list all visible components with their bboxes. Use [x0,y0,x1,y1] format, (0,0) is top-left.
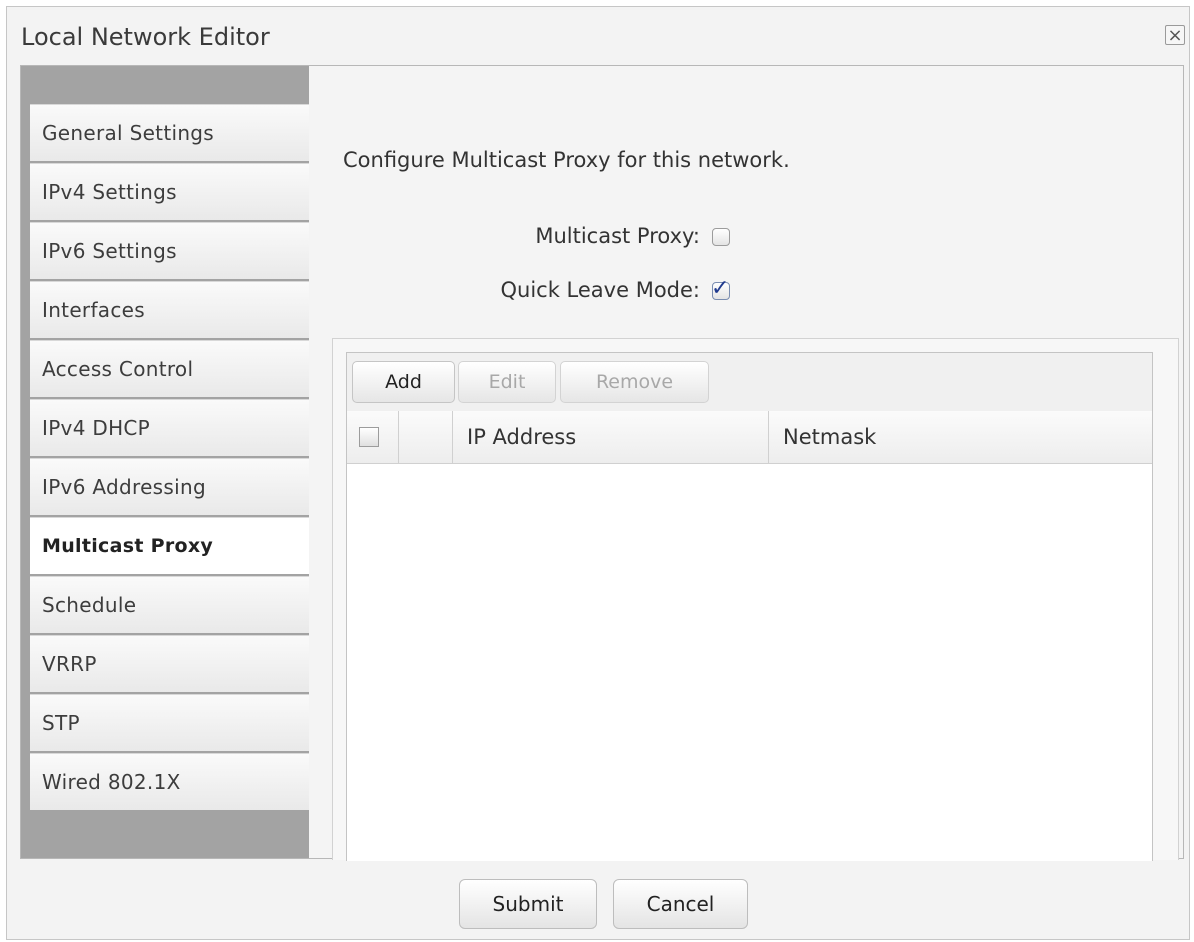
dialog-title: Local Network Editor [21,23,270,51]
main-content: Configure Multicast Proxy for this netwo… [309,66,1183,861]
multicast-proxy-row: Multicast Proxy: [309,224,730,254]
select-all-cell [347,411,399,463]
sidebar-item-schedule[interactable]: Schedule [30,576,309,633]
sidebar-item-vrrp[interactable]: VRRP [30,635,309,692]
sidebar: General Settings IPv4 Settings IPv6 Sett… [21,66,309,858]
spacer-column [399,411,453,463]
grid-toolbar: Add Edit Remove [347,353,1152,412]
column-netmask[interactable]: Netmask [769,411,1154,463]
checkmark-icon: ✓ [711,276,730,301]
dialog-footer: Submit Cancel [7,859,1189,941]
address-panel: Add Edit Remove IP Address Netmask [332,338,1179,861]
sidebar-item-ipv4-dhcp[interactable]: IPv4 DHCP [30,399,309,456]
submit-button[interactable]: Submit [459,879,597,929]
cancel-button[interactable]: Cancel [613,879,748,929]
sidebar-item-interfaces[interactable]: Interfaces [30,281,309,338]
close-icon[interactable]: × [1165,25,1185,45]
quick-leave-label: Quick Leave Mode: [500,278,701,302]
add-button[interactable]: Add [352,361,455,403]
dialog-titlebar: Local Network Editor × [7,7,1189,63]
grid-header: IP Address Netmask [347,411,1152,464]
sidebar-list: General Settings IPv4 Settings IPv6 Sett… [30,104,309,812]
sidebar-item-wired-8021x[interactable]: Wired 802.1X [30,753,309,810]
quick-leave-checkbox[interactable]: ✓ [711,276,730,301]
sidebar-item-multicast-proxy[interactable]: Multicast Proxy [30,517,309,574]
sidebar-item-access-control[interactable]: Access Control [30,340,309,397]
remove-button[interactable]: Remove [560,361,709,403]
sidebar-item-stp[interactable]: STP [30,694,309,751]
section-description: Configure Multicast Proxy for this netwo… [343,148,790,172]
sidebar-item-ipv4-settings[interactable]: IPv4 Settings [30,163,309,220]
quick-leave-row: Quick Leave Mode: ✓ [309,276,730,308]
column-ip-address[interactable]: IP Address [453,411,769,463]
local-network-editor-dialog: Local Network Editor × General Settings … [6,6,1190,940]
edit-button[interactable]: Edit [458,361,556,403]
sidebar-item-ipv6-addressing[interactable]: IPv6 Addressing [30,458,309,515]
select-all-checkbox[interactable] [359,427,379,447]
sidebar-item-general-settings[interactable]: General Settings [30,104,309,161]
multicast-proxy-label: Multicast Proxy: [535,224,700,248]
address-grid: Add Edit Remove IP Address Netmask [346,352,1153,861]
multicast-proxy-checkbox[interactable] [712,228,730,246]
editor-body: General Settings IPv4 Settings IPv6 Sett… [20,65,1184,861]
sidebar-item-ipv6-settings[interactable]: IPv6 Settings [30,222,309,279]
